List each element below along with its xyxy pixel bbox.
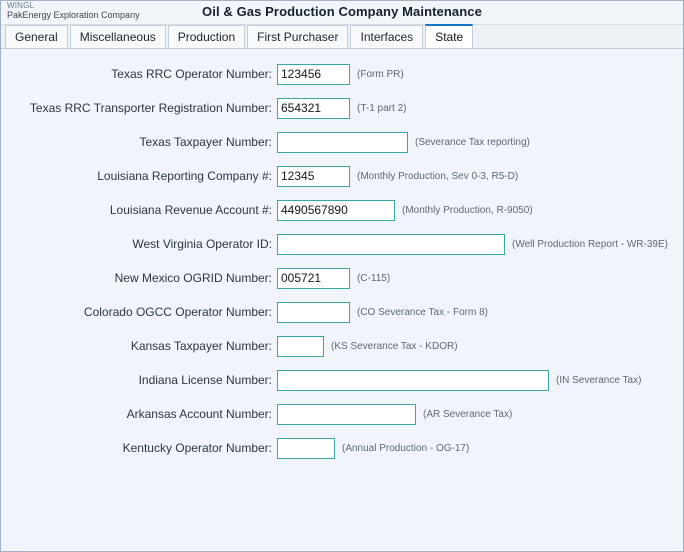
form-row: Kentucky Operator Number: (Annual Product… bbox=[1, 431, 683, 465]
tab-miscellaneous[interactable]: Miscellaneous bbox=[69, 25, 166, 48]
hint-louisiana-reporting-company: (Monthly Production, Sev 0-3, R5-D) bbox=[357, 170, 519, 182]
form-row: Colorado OGCC Operator Number: (CO Severa… bbox=[1, 295, 683, 329]
hint-indiana-license-number: (IN Severance Tax) bbox=[556, 374, 642, 386]
tab-interfaces[interactable]: Interfaces bbox=[350, 25, 424, 48]
label-louisiana-revenue-account: Louisiana Revenue Account #: bbox=[109, 203, 272, 217]
form-row: Louisiana Revenue Account #: (Monthly Pro… bbox=[1, 193, 683, 227]
field-group-indiana-license-number: (IN Severance Tax) bbox=[277, 369, 642, 391]
field-group-texas-rrc-transporter-registration-number: (T-1 part 2) bbox=[277, 97, 407, 119]
tab-general[interactable]: General bbox=[5, 25, 68, 48]
hint-colorado-ogcc-operator-number: (CO Severance Tax - Form 8) bbox=[357, 306, 488, 318]
form-row: Arkansas Account Number: (AR Severance Ta… bbox=[1, 397, 683, 431]
hint-new-mexico-ogrid-number: (C-115) bbox=[357, 272, 391, 284]
form-row: Texas RRC Operator Number: (Form PR) bbox=[1, 57, 683, 91]
hint-west-virginia-operator-id: (Well Production Report - WR-39E) bbox=[512, 238, 668, 250]
label-new-mexico-ogrid-number: New Mexico OGRID Number: bbox=[114, 271, 272, 285]
field-group-louisiana-reporting-company: (Monthly Production, Sev 0-3, R5-D) bbox=[277, 165, 519, 187]
field-group-kansas-taxpayer-number: (KS Severance Tax - KDOR) bbox=[277, 335, 458, 357]
input-texas-taxpayer-number[interactable] bbox=[277, 131, 408, 153]
field-group-west-virginia-operator-id: (Well Production Report - WR-39E) bbox=[277, 233, 668, 255]
input-indiana-license-number[interactable] bbox=[277, 369, 549, 391]
input-texas-rrc-operator-number[interactable] bbox=[277, 63, 350, 85]
input-kansas-taxpayer-number[interactable] bbox=[277, 335, 324, 357]
hint-kansas-taxpayer-number: (KS Severance Tax - KDOR) bbox=[331, 340, 458, 352]
form-row: New Mexico OGRID Number: (C-115) bbox=[1, 261, 683, 295]
hint-texas-rrc-operator-number: (Form PR) bbox=[357, 68, 404, 80]
hint-louisiana-revenue-account: (Monthly Production, R-9050) bbox=[402, 204, 533, 216]
label-louisiana-reporting-company: Louisiana Reporting Company #: bbox=[97, 169, 272, 183]
form-row: Indiana License Number: (IN Severance Tax… bbox=[1, 363, 683, 397]
tab-state[interactable]: State bbox=[425, 24, 474, 48]
field-group-new-mexico-ogrid-number: (C-115) bbox=[277, 267, 391, 289]
field-group-colorado-ogcc-operator-number: (CO Severance Tax - Form 8) bbox=[277, 301, 488, 323]
input-west-virginia-operator-id[interactable] bbox=[277, 233, 505, 255]
label-texas-taxpayer-number: Texas Taxpayer Number: bbox=[139, 135, 272, 149]
state-tab-panel: Texas RRC Operator Number:(Form PR)Texas… bbox=[1, 49, 683, 551]
hint-texas-rrc-transporter-registration-number: (T-1 part 2) bbox=[357, 102, 407, 114]
title-bar: WINGL PakEnergy Exploration Company Oil … bbox=[1, 1, 683, 25]
label-kansas-taxpayer-number: Kansas Taxpayer Number: bbox=[130, 339, 272, 353]
field-group-kentucky-operator-number: (Annual Production - OG-17) bbox=[277, 437, 470, 459]
label-colorado-ogcc-operator-number: Colorado OGCC Operator Number: bbox=[83, 305, 272, 319]
page-title: Oil & Gas Production Company Maintenance bbox=[202, 4, 482, 19]
input-new-mexico-ogrid-number[interactable] bbox=[277, 267, 350, 289]
form-row: Texas Taxpayer Number: (Severance Tax rep… bbox=[1, 125, 683, 159]
input-louisiana-revenue-account[interactable] bbox=[277, 199, 395, 221]
label-texas-rrc-transporter-registration-number: Texas RRC Transporter Registration Numbe… bbox=[29, 101, 272, 115]
tab-first-purchaser[interactable]: First Purchaser bbox=[247, 25, 349, 48]
field-group-louisiana-revenue-account: (Monthly Production, R-9050) bbox=[277, 199, 533, 221]
field-group-texas-rrc-operator-number: (Form PR) bbox=[277, 63, 404, 85]
hint-kentucky-operator-number: (Annual Production - OG-17) bbox=[342, 442, 470, 454]
label-arkansas-account-number: Arkansas Account Number: bbox=[126, 407, 272, 421]
input-louisiana-reporting-company[interactable] bbox=[277, 165, 350, 187]
label-indiana-license-number: Indiana License Number: bbox=[138, 373, 272, 387]
form-row: Louisiana Reporting Company #: (Monthly P… bbox=[1, 159, 683, 193]
tab-bar: General Miscellaneous Production First Purc… bbox=[1, 24, 683, 49]
input-kentucky-operator-number[interactable] bbox=[277, 437, 335, 459]
input-colorado-ogcc-operator-number[interactable] bbox=[277, 301, 350, 323]
form-row: Kansas Taxpayer Number: (KS Severance Tax… bbox=[1, 329, 683, 363]
application-window: WINGL PakEnergy Exploration Company Oil … bbox=[0, 0, 684, 552]
input-texas-rrc-transporter-registration-number[interactable] bbox=[277, 97, 350, 119]
label-kentucky-operator-number: Kentucky Operator Number: bbox=[122, 441, 272, 455]
form-row: West Virginia Operator ID: (Well Producti… bbox=[1, 227, 683, 261]
tab-production[interactable]: Production bbox=[167, 25, 246, 48]
label-texas-rrc-operator-number: Texas RRC Operator Number: bbox=[111, 67, 272, 81]
input-arkansas-account-number[interactable] bbox=[277, 403, 416, 425]
form-row: Texas RRC Transporter Registration Numbe… bbox=[1, 91, 683, 125]
hint-arkansas-account-number: (AR Severance Tax) bbox=[423, 408, 513, 420]
field-group-arkansas-account-number: (AR Severance Tax) bbox=[277, 403, 513, 425]
label-west-virginia-operator-id: West Virginia Operator ID: bbox=[132, 237, 272, 251]
field-group-texas-taxpayer-number: (Severance Tax reporting) bbox=[277, 131, 530, 153]
hint-texas-taxpayer-number: (Severance Tax reporting) bbox=[415, 136, 530, 148]
